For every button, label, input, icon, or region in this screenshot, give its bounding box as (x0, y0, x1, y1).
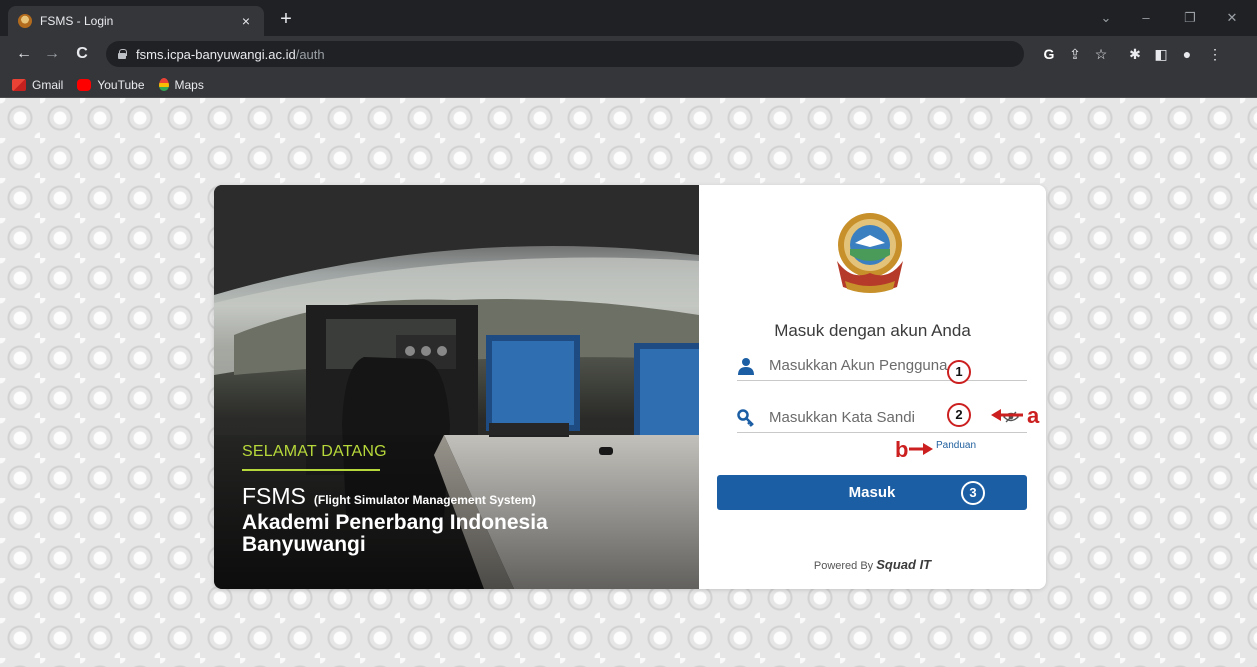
minimize-icon[interactable]: – (1136, 10, 1156, 25)
login-card: SELAMAT DATANG FSMS (Flight Simulator Ma… (214, 185, 1046, 589)
bookmark-maps[interactable]: Maps (158, 77, 204, 92)
close-window-icon[interactable]: ✕ (1222, 10, 1242, 26)
annotation-marker-1: 1 (947, 360, 971, 384)
welcome-underline (242, 469, 380, 471)
annotation-marker-2: 2 (947, 403, 971, 427)
menu-icon[interactable]: ⋮ (1206, 46, 1224, 62)
forward-icon[interactable]: → (42, 45, 62, 63)
brand-name: Squad IT (876, 557, 932, 572)
annotation-marker-3: 3 (961, 481, 985, 505)
username-field (737, 351, 1027, 381)
gmail-icon (12, 78, 26, 91)
new-tab-button[interactable]: + (276, 9, 296, 29)
google-icon[interactable]: G (1040, 46, 1058, 62)
tab-search-icon[interactable]: ⌄ (1096, 10, 1116, 26)
bookmarks-bar: Gmail YouTube Maps (0, 72, 1257, 98)
annotation-arrow-a-icon (991, 409, 1023, 421)
address-bar[interactable]: fsms.icpa-banyuwangi.ac.id/auth (106, 41, 1024, 67)
app-title: FSMS (Flight Simulator Management System… (242, 483, 622, 510)
browser-tab-bar: FSMS - Login × + ⌄ – ❐ ✕ (0, 0, 1257, 36)
bookmark-label: Gmail (32, 77, 64, 92)
youtube-icon (77, 78, 92, 91)
app-full-name: (Flight Simulator Management System) (313, 493, 536, 507)
lock-icon[interactable] (118, 49, 127, 59)
profile-icon[interactable]: ● (1178, 46, 1196, 62)
user-icon (738, 358, 754, 375)
reload-icon[interactable]: C (72, 45, 92, 63)
bookmark-youtube[interactable]: YouTube (77, 77, 145, 92)
extensions-icon[interactable]: ✱ (1126, 46, 1144, 62)
annotation-label-b: b (895, 437, 909, 462)
annotation-arrow-b-icon (909, 443, 933, 455)
maps-icon (158, 78, 169, 91)
restore-icon[interactable]: ❐ (1180, 10, 1200, 26)
login-title: Masuk dengan akun Anda (774, 321, 971, 340)
bookmark-label: YouTube (97, 77, 145, 92)
powered-by-text: Powered By (813, 560, 874, 572)
bookmark-gmail[interactable]: Gmail (12, 78, 63, 92)
guide-link[interactable]: Panduan (936, 440, 976, 451)
key-icon (737, 409, 754, 427)
bookmark-star-icon[interactable]: ☆ (1092, 46, 1110, 62)
share-icon[interactable]: ⇪ (1066, 46, 1084, 62)
page-background: SELAMAT DATANG FSMS (Flight Simulator Ma… (0, 98, 1257, 667)
site-favicon-icon (18, 14, 32, 28)
password-field (737, 403, 1027, 433)
app-short-name: FSMS (242, 483, 306, 509)
login-form: Masuk dengan akun Anda Masukkan Akun Pen… (699, 185, 1046, 589)
browser-toolbar: ← → C fsms.icpa-banyuwangi.ac.id/auth G … (0, 36, 1257, 72)
tab-close-icon[interactable]: × (238, 13, 254, 29)
academy-name: Akademi Penerbang Indonesia Banyuwangi (242, 511, 548, 556)
academy-logo (837, 213, 903, 293)
url-path: /auth (295, 46, 325, 62)
hero-panel: SELAMAT DATANG FSMS (Flight Simulator Ma… (214, 185, 699, 589)
bookmark-label: Maps (174, 77, 204, 92)
welcome-heading: SELAMAT DATANG (242, 443, 387, 460)
back-icon[interactable]: ← (14, 45, 34, 63)
annotation-label-a: a (1027, 403, 1040, 428)
url-host: fsms.icpa-banyuwangi.ac.id (136, 46, 296, 62)
tab-title: FSMS - Login (40, 14, 114, 28)
side-panel-icon[interactable]: ◧ (1152, 46, 1170, 62)
powered-by: Powered By Squad IT (699, 557, 1046, 572)
hero-text: SELAMAT DATANG FSMS (Flight Simulator Ma… (242, 443, 622, 556)
browser-tab[interactable]: FSMS - Login × (8, 6, 264, 36)
